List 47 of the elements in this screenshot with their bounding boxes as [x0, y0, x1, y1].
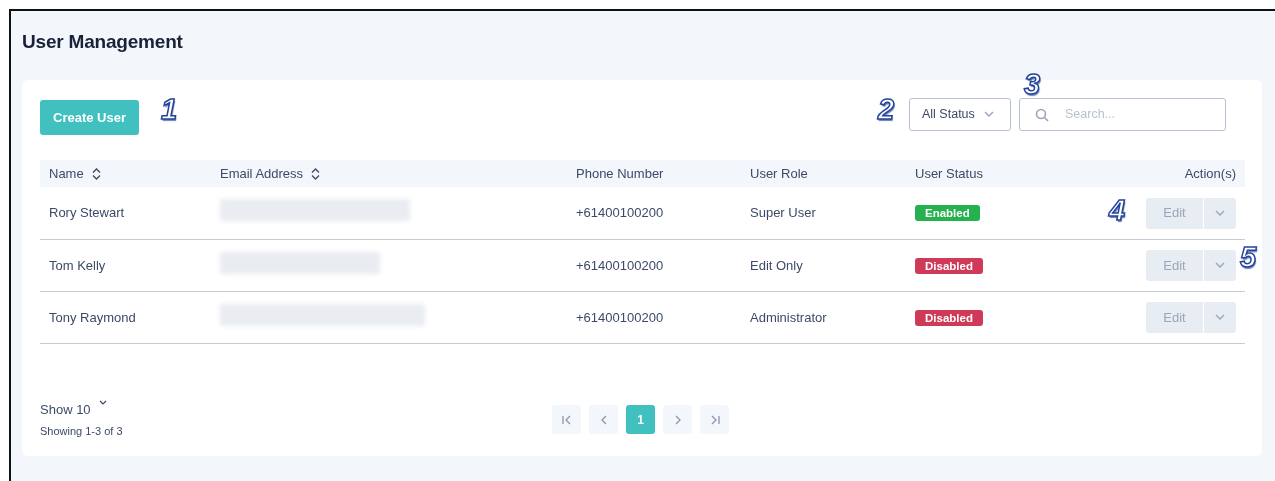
edit-button[interactable]: Edit: [1146, 301, 1203, 333]
table-cell: Super User: [750, 205, 816, 221]
search-icon: [1035, 107, 1049, 122]
chevron-down-icon: [98, 399, 107, 406]
table-cell: +61400100200: [576, 257, 664, 273]
edit-button[interactable]: Edit: [1146, 249, 1203, 281]
status-badge: Disabled: [915, 257, 983, 274]
chevron-down-icon: [982, 110, 995, 119]
next-page-button[interactable]: [663, 405, 692, 435]
table-cell: Edit Only: [750, 257, 803, 273]
table-cell: +61400100200: [576, 205, 664, 221]
table-cell: Tony Raymond: [49, 309, 136, 325]
status-badge: Enabled: [915, 205, 980, 222]
callout-number: 1: [161, 95, 178, 124]
status-filter-dropdown[interactable]: All Status: [909, 97, 1011, 131]
callout-number: 4: [1109, 196, 1126, 225]
page-button[interactable]: 1: [626, 405, 655, 435]
first-page-icon: [560, 413, 573, 426]
dropdown-toggle-button[interactable]: [1203, 301, 1236, 333]
column-header: Action(s): [1184, 165, 1236, 184]
chevron-down-icon: [1214, 261, 1226, 270]
edit-button[interactable]: Edit: [1146, 197, 1203, 229]
last-page-button[interactable]: [700, 405, 729, 435]
table-cell: Rory Stewart: [49, 205, 125, 221]
dropdown-toggle-button[interactable]: [1203, 249, 1236, 281]
callout-number: 5: [1240, 243, 1257, 272]
page-title: User Management: [22, 31, 184, 54]
callout-number: 3: [1024, 70, 1041, 99]
search-field[interactable]: Search...: [1019, 97, 1226, 131]
sort-icon: [311, 167, 321, 180]
table-cell: +61400100200: [576, 309, 664, 325]
page-size-dropdown[interactable]: Show 10: [40, 399, 107, 420]
column-header: User Status: [915, 165, 983, 184]
first-page-button[interactable]: [552, 405, 581, 435]
results-summary: Showing 1-3 of 3: [40, 424, 124, 440]
status-badge: Disabled: [915, 309, 983, 326]
table-cell: Administrator: [750, 309, 827, 325]
chevron-down-icon: [1214, 209, 1226, 218]
table-cell: Tom Kelly: [49, 257, 106, 273]
column-header: Phone Number: [576, 165, 664, 184]
chevron-down-icon: [1214, 313, 1226, 322]
callout-number: 2: [878, 95, 895, 124]
column-header: User Role: [750, 165, 808, 184]
previous-page-button[interactable]: [589, 405, 618, 435]
create-user-button[interactable]: Create User: [40, 99, 139, 136]
sort-icon: [91, 167, 101, 180]
dropdown-toggle-button[interactable]: [1203, 197, 1236, 229]
